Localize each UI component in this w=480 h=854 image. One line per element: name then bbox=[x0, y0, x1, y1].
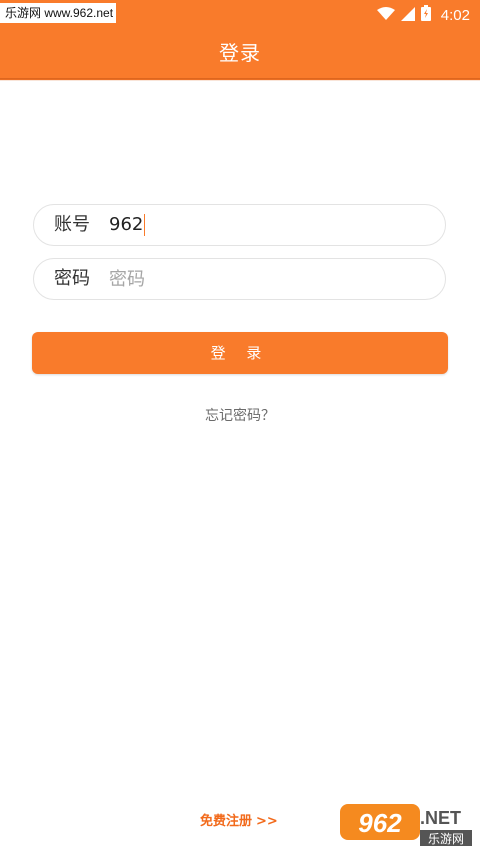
account-value: 962 bbox=[109, 214, 144, 235]
watermark-logo-subtext: 乐游网 bbox=[428, 832, 464, 846]
register-arrow: >> bbox=[256, 814, 278, 829]
status-bar-dash bbox=[36, 18, 52, 21]
text-caret bbox=[144, 214, 146, 236]
signal-icon bbox=[400, 6, 415, 25]
watermark-logo: 962 .NET 乐游网 bbox=[340, 800, 476, 848]
page-title: 登录 bbox=[219, 41, 261, 65]
account-input[interactable]: 962 bbox=[109, 205, 146, 245]
watermark-logo-text: 962 bbox=[358, 808, 402, 838]
account-field[interactable]: 账号 962 bbox=[33, 204, 446, 246]
password-field[interactable]: 密码 bbox=[33, 258, 446, 300]
battery-icon bbox=[420, 5, 431, 25]
header-shadow bbox=[0, 78, 480, 81]
watermark-site-text: 乐游网 www.962.net bbox=[0, 3, 117, 23]
status-bar: 4:02 bbox=[376, 4, 470, 26]
wifi-icon bbox=[376, 6, 395, 25]
password-label: 密码 bbox=[54, 268, 90, 289]
password-input[interactable] bbox=[109, 259, 409, 299]
watermark-logo-suffix: .NET bbox=[420, 808, 461, 828]
register-label: 免费注册 bbox=[200, 814, 253, 829]
account-label: 账号 bbox=[54, 214, 90, 235]
login-button[interactable]: 登 录 bbox=[32, 332, 448, 374]
forgot-password-link[interactable]: 忘记密码？ bbox=[0, 405, 480, 427]
register-link[interactable]: 免费注册 >> bbox=[200, 812, 278, 832]
status-time: 4:02 bbox=[440, 6, 470, 24]
